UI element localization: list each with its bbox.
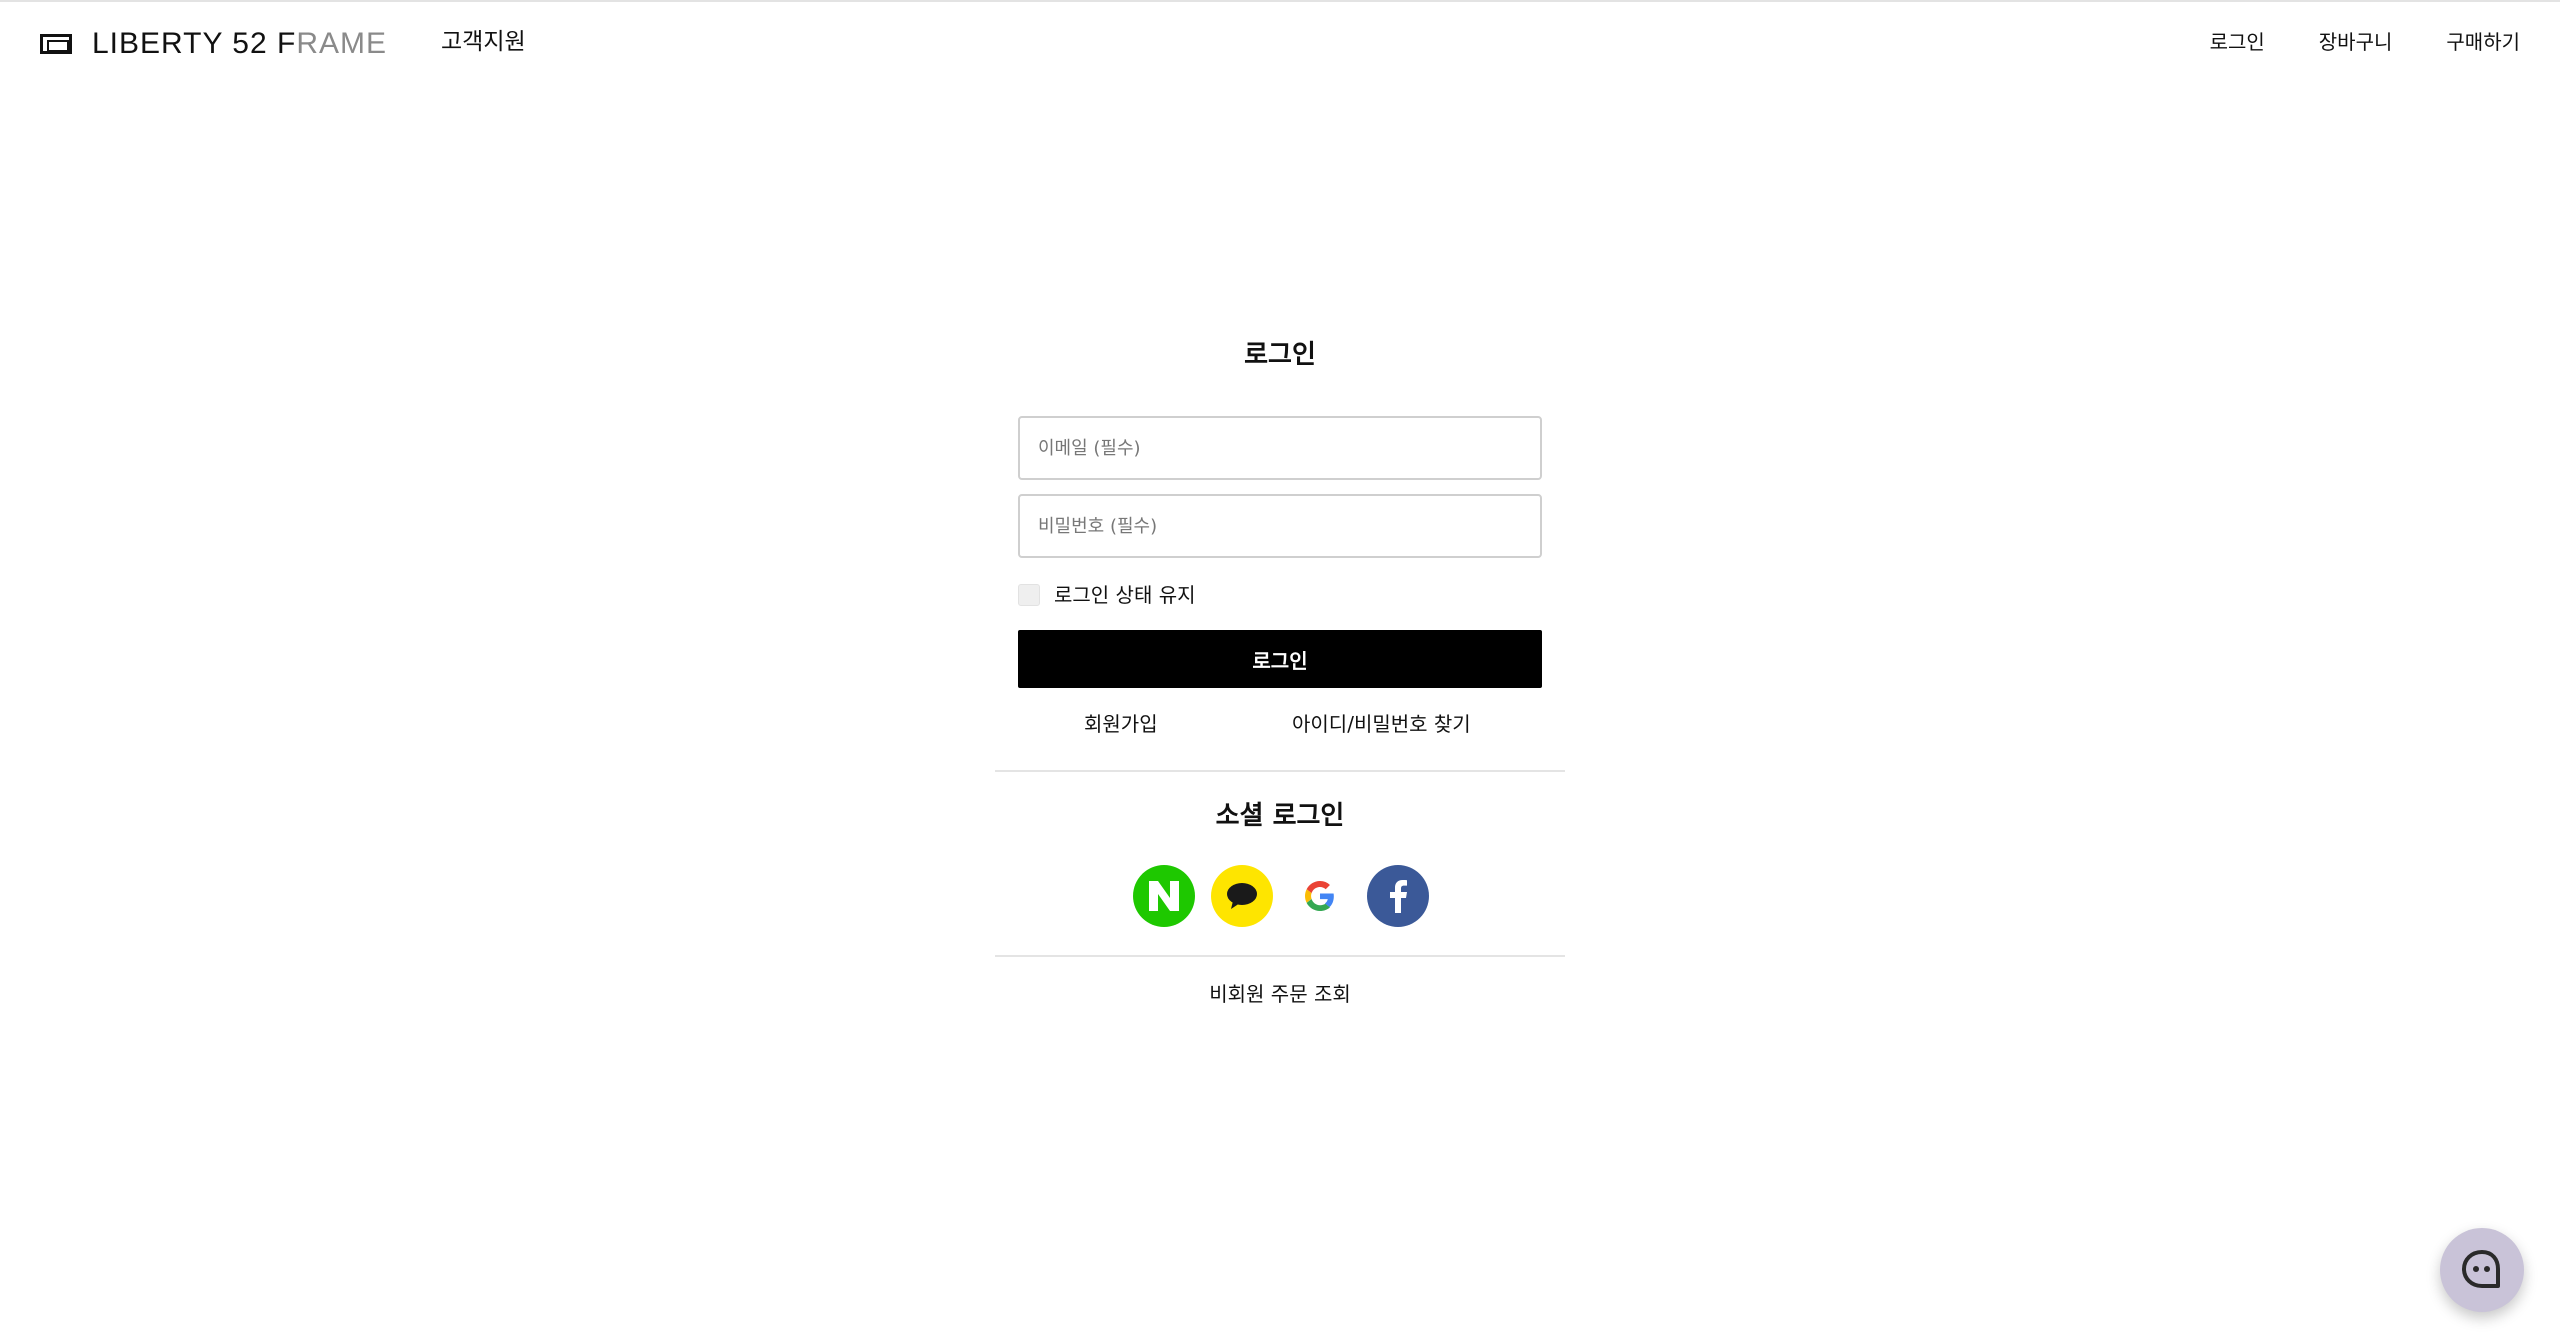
nav-login-link[interactable]: 로그인 <box>2210 22 2265 62</box>
login-panel: 로그인 로그인 상태 유지 로그인 회원가입 아이디/비밀번호 찾기 소셜 로그… <box>995 330 1565 1006</box>
logo[interactable]: LIBERTY 52 FRAME <box>40 22 387 66</box>
guest-order-lookup-link[interactable]: 비회원 주문 조회 <box>995 974 1565 1014</box>
facebook-icon <box>1390 880 1407 913</box>
account-links: 회원가입 아이디/비밀번호 찾기 <box>1018 704 1542 746</box>
naver-icon <box>1149 881 1179 911</box>
kakao-login-button[interactable] <box>1211 865 1273 927</box>
frame-logo-icon <box>40 34 72 54</box>
find-account-link[interactable]: 아이디/비밀번호 찾기 <box>1292 704 1471 744</box>
divider <box>995 770 1565 772</box>
login-title: 로그인 <box>1244 340 1316 370</box>
password-field[interactable] <box>1018 494 1542 558</box>
header-nav: 로그인 장바구니 구매하기 <box>2156 22 2520 62</box>
email-field[interactable] <box>1018 416 1542 480</box>
login-form: 로그인 상태 유지 로그인 회원가입 아이디/비밀번호 찾기 <box>1018 416 1542 746</box>
naver-login-button[interactable] <box>1133 865 1195 927</box>
social-login-title: 소셜 로그인 <box>1215 801 1345 831</box>
keep-login-label: 로그인 상태 유지 <box>1054 583 1196 607</box>
kakao-icon <box>1227 883 1257 909</box>
facebook-login-button[interactable] <box>1367 865 1429 927</box>
chat-bot-icon <box>2462 1250 2500 1288</box>
site-header: LIBERTY 52 FRAME 고객지원 로그인 장바구니 구매하기 <box>0 2 2560 82</box>
keep-login-checkbox[interactable] <box>1018 584 1040 606</box>
keep-login-row[interactable]: 로그인 상태 유지 <box>1018 580 1542 610</box>
google-login-button[interactable] <box>1289 865 1351 927</box>
divider <box>995 955 1565 957</box>
logo-text: LIBERTY 52 FRAME <box>92 27 388 60</box>
nav-purchase-link[interactable]: 구매하기 <box>2446 22 2520 62</box>
nav-cart-link[interactable]: 장바구니 <box>2319 22 2393 62</box>
nav-customer-support[interactable]: 고객지원 <box>441 22 526 62</box>
signup-link[interactable]: 회원가입 <box>1084 704 1158 744</box>
google-icon <box>1305 881 1334 911</box>
social-login-buttons <box>1133 865 1429 927</box>
chat-widget-button[interactable] <box>2440 1228 2524 1312</box>
login-submit-button[interactable]: 로그인 <box>1018 630 1542 688</box>
